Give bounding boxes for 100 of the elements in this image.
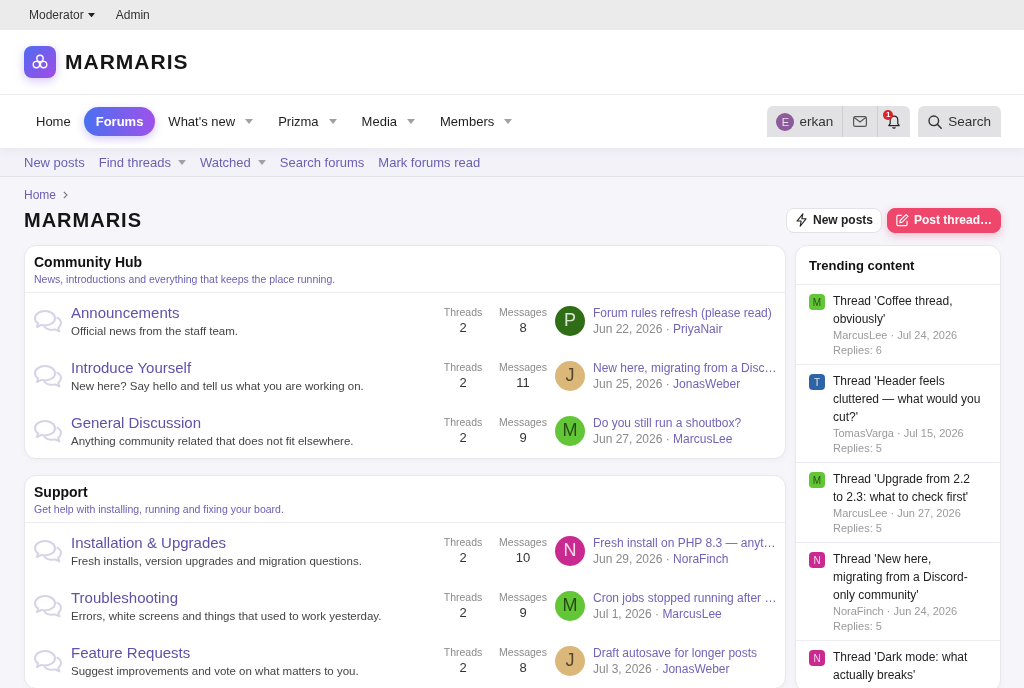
- user-avatar[interactable]: N: [809, 650, 825, 666]
- thread-link[interactable]: Thread 'Upgrade from 2.2 to 2.3: what to check first': [833, 470, 982, 506]
- forum-title-link[interactable]: Introduce Yourself: [71, 357, 192, 377]
- thread-link[interactable]: Thread 'Dark mode: what actually breaks': [833, 648, 982, 684]
- thread-meta: MarcusLee · Jul 24, 2026: [833, 328, 958, 343]
- sub-nav-link[interactable]: Search forums: [279, 154, 365, 170]
- forum-description: Suggest improvements and vote on what matters to you.: [71, 663, 359, 679]
- top-bar-link[interactable]: Moderator: [29, 8, 95, 22]
- last-post-link[interactable]: Cron jobs stopped running after …: [593, 589, 777, 606]
- sub-nav-link[interactable]: Watched: [199, 154, 266, 170]
- nav-tab[interactable]: What's new: [156, 107, 266, 136]
- user-menu-link[interactable]: E erkan: [767, 106, 843, 137]
- notification-badge: 1: [883, 110, 894, 120]
- stat-value: 2: [459, 658, 467, 677]
- stat-label: Messages: [499, 359, 547, 374]
- username-link[interactable]: PriyaNair: [673, 321, 723, 336]
- logo-icon[interactable]: [24, 46, 56, 78]
- stat-value: 8: [519, 318, 527, 337]
- breadcrumb-link[interactable]: Home: [24, 188, 56, 202]
- thread-link[interactable]: Thread 'Header feels cluttered — what would you cut?': [833, 372, 982, 426]
- forum-title-link[interactable]: General Discussion: [71, 412, 202, 432]
- lightning-icon: [794, 213, 808, 227]
- search-icon: [928, 114, 943, 129]
- chat-bubbles-icon: [33, 418, 63, 443]
- stat-label: Messages: [499, 534, 547, 549]
- forum-title-link[interactable]: Troubleshooting: [71, 587, 178, 607]
- nav-tab[interactable]: Media: [349, 107, 428, 136]
- last-post-link[interactable]: Draft autosave for longer posts: [593, 644, 758, 661]
- user-avatar[interactable]: N: [809, 552, 825, 568]
- alerts-button[interactable]: 1: [877, 106, 911, 137]
- thread-meta: TomasVarga · Jul 15, 2026: [833, 426, 964, 441]
- category-title[interactable]: Community Hub: [34, 253, 143, 271]
- trending-title: Trending content: [809, 257, 915, 273]
- last-post-link[interactable]: New here, migrating from a Disc…: [593, 359, 777, 376]
- stat-value: 11: [516, 373, 530, 392]
- nav-tab[interactable]: Prizma: [266, 107, 349, 136]
- user-avatar[interactable]: P: [555, 305, 585, 336]
- thread-meta: NoraFinch · Jun 24, 2026: [833, 604, 958, 619]
- chevron-right-icon: [63, 191, 68, 199]
- last-post-meta: Jun 25, 2026 · JonasWeber: [593, 375, 741, 392]
- user-avatar[interactable]: T: [809, 374, 825, 390]
- thread-meta: MarcusLee · Jun 27, 2026: [833, 506, 961, 521]
- stat-label: Threads: [443, 359, 483, 374]
- nav-tab[interactable]: Home: [24, 107, 83, 136]
- user-avatar[interactable]: M: [555, 590, 585, 621]
- user-avatar[interactable]: M: [809, 472, 825, 488]
- last-post-meta: Jul 1, 2026 · MarcusLee: [593, 605, 722, 622]
- stat-value: 2: [459, 428, 467, 447]
- stat-label: Messages: [499, 304, 547, 319]
- forum-description: Errors, white screens and things that used to work yesterday.: [71, 608, 382, 624]
- last-post-link[interactable]: Do you still run a shoutbox?: [593, 414, 742, 431]
- category-title[interactable]: Support: [34, 483, 88, 501]
- site-name[interactable]: MARMARIS: [65, 50, 189, 74]
- thread-link[interactable]: Thread 'New here, migrating from a Discord-only community': [833, 550, 982, 604]
- stat-value: 9: [519, 428, 527, 447]
- stat-label: Messages: [499, 589, 547, 604]
- user-avatar[interactable]: M: [555, 415, 585, 446]
- top-bar-link[interactable]: Admin: [115, 8, 150, 22]
- chat-bubbles-icon: [33, 363, 63, 388]
- stat-label: Messages: [499, 644, 547, 659]
- last-post-link[interactable]: Forum rules refresh (please read): [593, 304, 772, 321]
- stat-value: 9: [519, 603, 527, 622]
- reply-count: Replies: 6: [833, 343, 882, 358]
- pencil-square-icon: [896, 213, 909, 227]
- post-thread-button[interactable]: Post thread…: [887, 207, 1001, 233]
- page-title: MARMARIS: [24, 208, 142, 232]
- forum-title-link[interactable]: Feature Requests: [71, 642, 191, 662]
- forum-title-link[interactable]: Installation & Upgrades: [71, 532, 227, 552]
- new-posts-button[interactable]: New posts: [785, 207, 882, 233]
- last-post-link[interactable]: Fresh install on PHP 8.3 — anyt…: [593, 534, 776, 551]
- search-button[interactable]: Search: [918, 106, 1001, 137]
- stat-label: Threads: [443, 589, 483, 604]
- user-avatar[interactable]: J: [555, 360, 585, 391]
- forum-description: Official news from the staff team.: [71, 323, 239, 339]
- user-avatar[interactable]: M: [809, 294, 825, 310]
- stat-label: Threads: [443, 644, 483, 659]
- username-link[interactable]: JonasWeber: [673, 376, 741, 391]
- thread-link[interactable]: Thread 'Coffee thread, obviously': [833, 292, 982, 328]
- user-avatar[interactable]: J: [555, 645, 585, 676]
- username-link[interactable]: MarcusLee: [673, 431, 733, 446]
- chat-bubbles-icon: [33, 308, 63, 333]
- reply-count: Replies: 5: [833, 441, 882, 456]
- user-avatar: E: [776, 112, 795, 131]
- nav-tab[interactable]: Members: [428, 107, 525, 136]
- sub-nav-link[interactable]: Mark forums read: [378, 154, 481, 170]
- nav-tab[interactable]: Forums: [83, 107, 156, 136]
- stat-label: Messages: [499, 414, 547, 429]
- username-link[interactable]: MarcusLee: [662, 606, 722, 621]
- sub-nav-link[interactable]: Find threads: [98, 154, 186, 170]
- username-link[interactable]: NoraFinch: [673, 551, 729, 566]
- user-avatar[interactable]: N: [555, 535, 585, 566]
- username-link[interactable]: JonasWeber: [662, 661, 730, 676]
- last-post-meta: Jun 29, 2026 · NoraFinch: [593, 550, 729, 567]
- forum-title-link[interactable]: Announcements: [71, 302, 180, 322]
- forum-description: Fresh installs, version upgrades and migration questions.: [71, 553, 362, 569]
- stat-label: Threads: [443, 414, 483, 429]
- sub-nav-link[interactable]: New posts: [24, 154, 85, 170]
- stat-value: 10: [515, 548, 531, 567]
- envelope-icon: [853, 116, 868, 127]
- chat-bubbles-icon: [33, 648, 63, 673]
